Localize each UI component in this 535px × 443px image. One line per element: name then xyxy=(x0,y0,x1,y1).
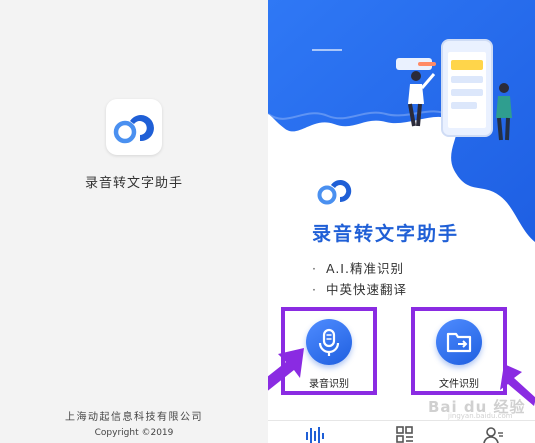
feature-text: 中英快速翻译 xyxy=(326,282,408,297)
home-app-logo-icon xyxy=(317,180,352,205)
voice-wave-icon[interactable] xyxy=(304,425,326,443)
splash-screen: 录音转文字助手 上海动起信息科技有限公司 Copyright ©2019 xyxy=(0,0,268,443)
file-recognition-button[interactable]: 文件识别 xyxy=(411,307,507,395)
folder-icon xyxy=(446,332,472,353)
feature-bullet: · xyxy=(312,261,317,276)
record-button-circle[interactable] xyxy=(306,319,352,365)
feature-item: · A.I.精准识别 xyxy=(312,258,404,277)
home-title: 录音转文字助手 xyxy=(312,223,460,245)
splash-copyright: Copyright ©2019 xyxy=(94,428,174,438)
scan-icon[interactable] xyxy=(394,425,416,443)
app-logo-icon xyxy=(106,99,162,155)
home-screen: 录音转文字助手 · A.I.精准识别 · 中英快速翻译 录音识别 文件识别 Ba… xyxy=(268,0,535,443)
microphone-icon xyxy=(318,328,340,356)
file-button-label: 文件识别 xyxy=(439,379,479,390)
hero-illustration xyxy=(268,0,535,242)
feature-item: · 中英快速翻译 xyxy=(312,279,407,298)
file-button-circle[interactable] xyxy=(436,319,482,365)
feature-bullet: · xyxy=(312,282,317,297)
pointer-arrow-icon xyxy=(268,348,304,391)
feature-text: A.I.精准识别 xyxy=(326,261,404,276)
splash-company-name: 上海动起信息科技有限公司 xyxy=(65,412,203,423)
splash-app-name: 录音转文字助手 xyxy=(84,176,183,191)
watermark-url: jingyan.baidu.com xyxy=(448,412,513,420)
bottom-tab-bar xyxy=(268,420,535,443)
user-icon[interactable] xyxy=(482,425,504,443)
